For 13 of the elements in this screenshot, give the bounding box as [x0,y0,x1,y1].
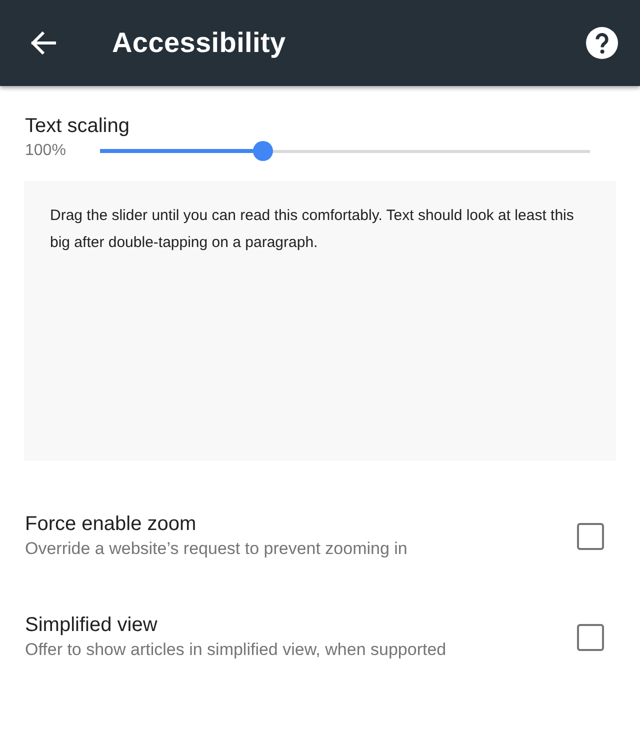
section-label: Text scaling [25,114,130,138]
scale-reading: 100% [25,141,67,161]
page-title: Accessibility [112,27,287,59]
preview-text: Drag the slider until you can read this comfortably. Text should look at least this big after double-tapping on a paragraph. [50,206,575,253]
setting-description: Offer to show articles in simplified view, when supported [25,639,446,661]
help-icon[interactable] [586,27,618,59]
checkbox[interactable] [577,523,604,550]
setting-title: Simplified view [25,613,158,637]
setting-description: Override a website’s request to prevent zooming in [25,538,408,560]
back-arrow-icon[interactable] [30,31,56,55]
checkbox[interactable] [577,624,604,651]
setting-title: Force enable zoom [25,512,198,536]
slider-thumb[interactable] [253,141,274,161]
